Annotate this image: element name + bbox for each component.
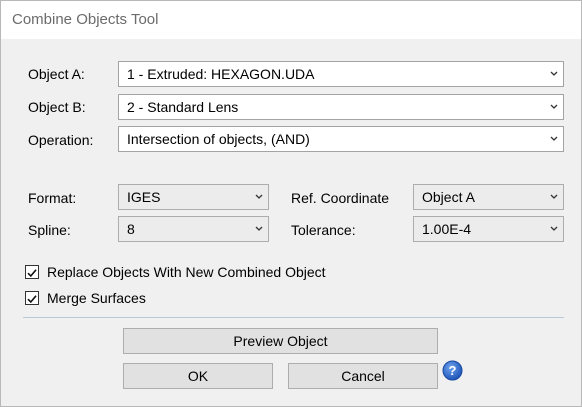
spline-dropdown[interactable]: 8 [118,216,269,242]
cancel-button[interactable]: Cancel [288,363,438,389]
operation-value: Intersection of objects, (AND) [127,131,310,147]
ref-coordinate-value: Object A [422,189,475,205]
help-icon[interactable]: ? [442,360,463,381]
ref-coordinate-label: Ref. Coordinate [291,190,390,206]
chevron-down-icon [545,62,563,86]
operation-label: Operation: [28,132,94,148]
chevron-down-icon [250,185,268,209]
object-a-label: Object A: [28,66,85,82]
tolerance-label: Tolerance: [291,222,356,238]
divider [23,317,564,318]
replace-objects-label[interactable]: Replace Objects With New Combined Object [47,264,326,280]
format-label: Format: [28,190,77,206]
combine-objects-dialog: Combine Objects Tool Object A: 1 - Extru… [0,0,582,407]
chevron-down-icon [545,185,563,209]
checkmark-icon [27,295,37,304]
format-value: IGES [127,189,161,205]
chevron-down-icon [545,95,563,119]
object-b-dropdown[interactable]: 2 - Standard Lens [118,94,564,120]
object-a-value: 1 - Extruded: HEXAGON.UDA [127,66,315,82]
window-title: Combine Objects Tool [12,11,159,28]
format-dropdown[interactable]: IGES [118,184,269,210]
merge-surfaces-label[interactable]: Merge Surfaces [47,290,146,306]
ok-button[interactable]: OK [123,363,273,389]
chevron-down-icon [250,217,268,241]
checkmark-icon [27,269,37,278]
object-b-label: Object B: [28,99,86,115]
chevron-down-icon [545,127,563,151]
spline-label: Spline: [28,222,71,238]
tolerance-value: 1.00E-4 [422,221,472,237]
merge-surfaces-checkbox[interactable] [25,291,39,305]
ref-coordinate-dropdown[interactable]: Object A [413,184,564,210]
title-bar: Combine Objects Tool [1,1,581,39]
tolerance-dropdown[interactable]: 1.00E-4 [413,216,564,242]
preview-object-button[interactable]: Preview Object [123,328,438,354]
object-b-value: 2 - Standard Lens [127,99,239,115]
svg-text:?: ? [449,363,457,378]
replace-objects-checkbox[interactable] [25,265,39,279]
chevron-down-icon [545,217,563,241]
spline-value: 8 [127,221,135,237]
object-a-dropdown[interactable]: 1 - Extruded: HEXAGON.UDA [118,61,564,87]
operation-dropdown[interactable]: Intersection of objects, (AND) [118,126,564,152]
